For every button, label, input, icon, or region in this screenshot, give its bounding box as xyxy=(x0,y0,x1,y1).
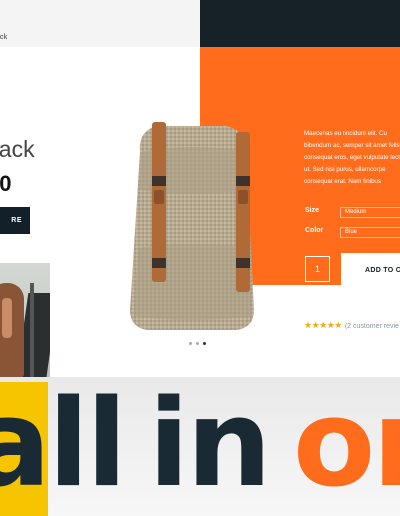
carousel-dot[interactable] xyxy=(196,342,199,345)
size-select[interactable]: Medium xyxy=(340,207,400,218)
backpack-strap xyxy=(2,298,12,338)
breadcrumb[interactable]: ck xyxy=(0,34,8,41)
banner-word-in: in xyxy=(148,375,272,514)
quantity-input[interactable]: 1 xyxy=(305,256,330,282)
size-label: Size xyxy=(305,207,320,214)
description-line: consequat eros, eget vulputate lect xyxy=(304,154,400,161)
backpack-illustration xyxy=(130,122,254,330)
description-line: ut. Sed nisi purus, ullamcorpe xyxy=(304,166,386,173)
product-price: 00 xyxy=(0,171,13,196)
description-line: Maecenas eu tincidunt elit. Cu xyxy=(304,130,387,137)
carousel-dots xyxy=(189,342,206,345)
lifestyle-photo xyxy=(0,263,50,378)
add-to-cart-button[interactable]: ADD TO CA xyxy=(341,253,400,287)
product-title: back xyxy=(0,136,35,162)
carousel-dot[interactable] xyxy=(189,342,192,345)
carousel-dot-active[interactable] xyxy=(203,342,206,345)
backpack-product-image xyxy=(118,120,268,340)
rating-row[interactable]: ★★★★★ (2 customer revie xyxy=(304,320,399,331)
shop-now-button[interactable]: RE xyxy=(0,207,30,234)
railing-post xyxy=(30,283,34,378)
description-line: consequat erat. Nam finibus xyxy=(304,178,382,185)
review-count-link[interactable]: (2 customer revie xyxy=(345,323,399,330)
header-dark-bar xyxy=(200,0,400,47)
description-line: bibendum ac, semper sit amet fells xyxy=(304,142,400,149)
color-label: Color xyxy=(305,227,324,234)
banner-word-all: all xyxy=(0,375,127,514)
star-icon: ★★★★★ xyxy=(304,320,342,330)
color-select[interactable]: Blue xyxy=(340,227,400,238)
banner-word-one: on xyxy=(292,375,400,514)
product-description: Maecenas eu tincidunt elit. Cu bibendum … xyxy=(304,128,400,188)
product-page-screenshot: ck back 00 RE Maecenas eu tincidunt elit… xyxy=(0,0,400,516)
banner-headline: allinon xyxy=(0,370,400,516)
